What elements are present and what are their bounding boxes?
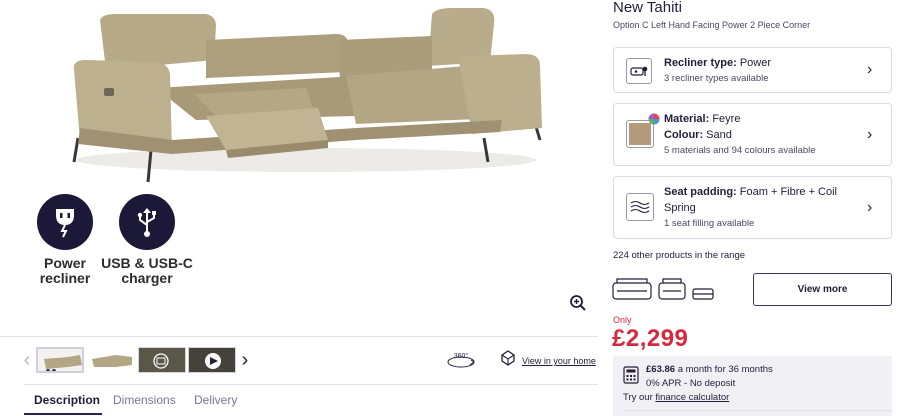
material-colour-option[interactable]: Material: Feyre Colour: Sand 5 materials… (613, 103, 892, 166)
product-image-area: Power recliner USB & USB-C charger (0, 0, 598, 330)
tab-description[interactable]: Description (34, 393, 100, 407)
ar-view-icon[interactable] (500, 349, 516, 367)
colour-label: Colour: (664, 129, 704, 141)
chevron-right-icon: › (867, 61, 873, 78)
usb-icon (119, 194, 175, 250)
power-plug-icon (37, 194, 93, 250)
thumbnail-next-button[interactable]: › (238, 350, 252, 370)
material-meta: 5 materials and 94 colours available (664, 145, 816, 156)
range-count: 224 other products in the range (613, 250, 746, 261)
colour-value: Sand (706, 129, 732, 141)
recliner-type-option[interactable]: Recliner type: Power 3 recliner types av… (613, 47, 892, 93)
feature-label-line2: charger (121, 270, 173, 286)
thumbnail-2[interactable] (88, 347, 136, 373)
sofa-icon (612, 278, 652, 300)
monthly-amount: £63.86 (646, 364, 676, 375)
material-label: Material: (664, 113, 710, 125)
product-title: New Tahiti (613, 0, 682, 16)
seat-meta: 1 seat filling available (664, 218, 755, 229)
recliner-label: Recliner type: (664, 57, 737, 69)
recliner-value: Power (739, 57, 771, 69)
thumbnail-1[interactable] (36, 347, 84, 373)
colour-wheel-icon (648, 113, 660, 125)
seat-padding-option[interactable]: Seat padding: Foam + Fibre + Coil Spring… (613, 176, 892, 239)
sofa-image (72, 8, 542, 183)
thumbnail-strip: ‹ › 360° View in your home (0, 336, 598, 382)
seat-label: Seat padding: (664, 186, 737, 198)
360-label: 360° (454, 352, 469, 360)
chevron-right-icon: › (867, 126, 873, 143)
monthly-text: a month for 36 months (677, 364, 773, 375)
finance-box: £63.86 a month for 36 months 0% APR - No… (613, 356, 892, 416)
thumbnail-video[interactable] (188, 347, 236, 373)
footstool-icon (692, 288, 714, 300)
active-tab-indicator (24, 413, 102, 415)
seat-padding-icon (626, 193, 654, 221)
price-prefix: Only (613, 315, 632, 325)
finance-divider (623, 410, 892, 411)
finance-calculator-link[interactable]: finance calculator (655, 392, 729, 403)
view-in-your-home-link[interactable]: View in your home (522, 356, 596, 366)
feature-label-line1: USB & USB-C (101, 255, 193, 271)
range-products-icons (612, 278, 714, 300)
calculator-icon (623, 366, 639, 384)
product-subtitle: Option C Left Hand Facing Power 2 Piece … (613, 20, 811, 30)
product-tabs: Description Dimensions Delivery (24, 384, 598, 416)
thumbnail-360[interactable] (138, 347, 186, 373)
armchair-icon (658, 278, 686, 300)
recliner-meta: 3 recliner types available (664, 73, 769, 84)
apr-text: 0% APR - No deposit (646, 378, 736, 389)
finance-prefix: Try our (623, 392, 653, 403)
tab-delivery[interactable]: Delivery (194, 393, 237, 407)
material-value: Feyre (712, 113, 741, 125)
360-view-icon[interactable]: 360° (446, 349, 476, 371)
thumbnail-prev-button[interactable]: ‹ (20, 350, 34, 370)
price: £2,299 (612, 325, 689, 352)
zoom-icon[interactable] (569, 294, 587, 312)
feature-usb-charger: USB & USB-C charger (92, 194, 202, 286)
chevron-right-icon: › (867, 199, 873, 216)
tab-dimensions[interactable]: Dimensions (113, 393, 176, 407)
view-more-button[interactable]: View more (753, 273, 892, 306)
recliner-icon (626, 58, 652, 84)
